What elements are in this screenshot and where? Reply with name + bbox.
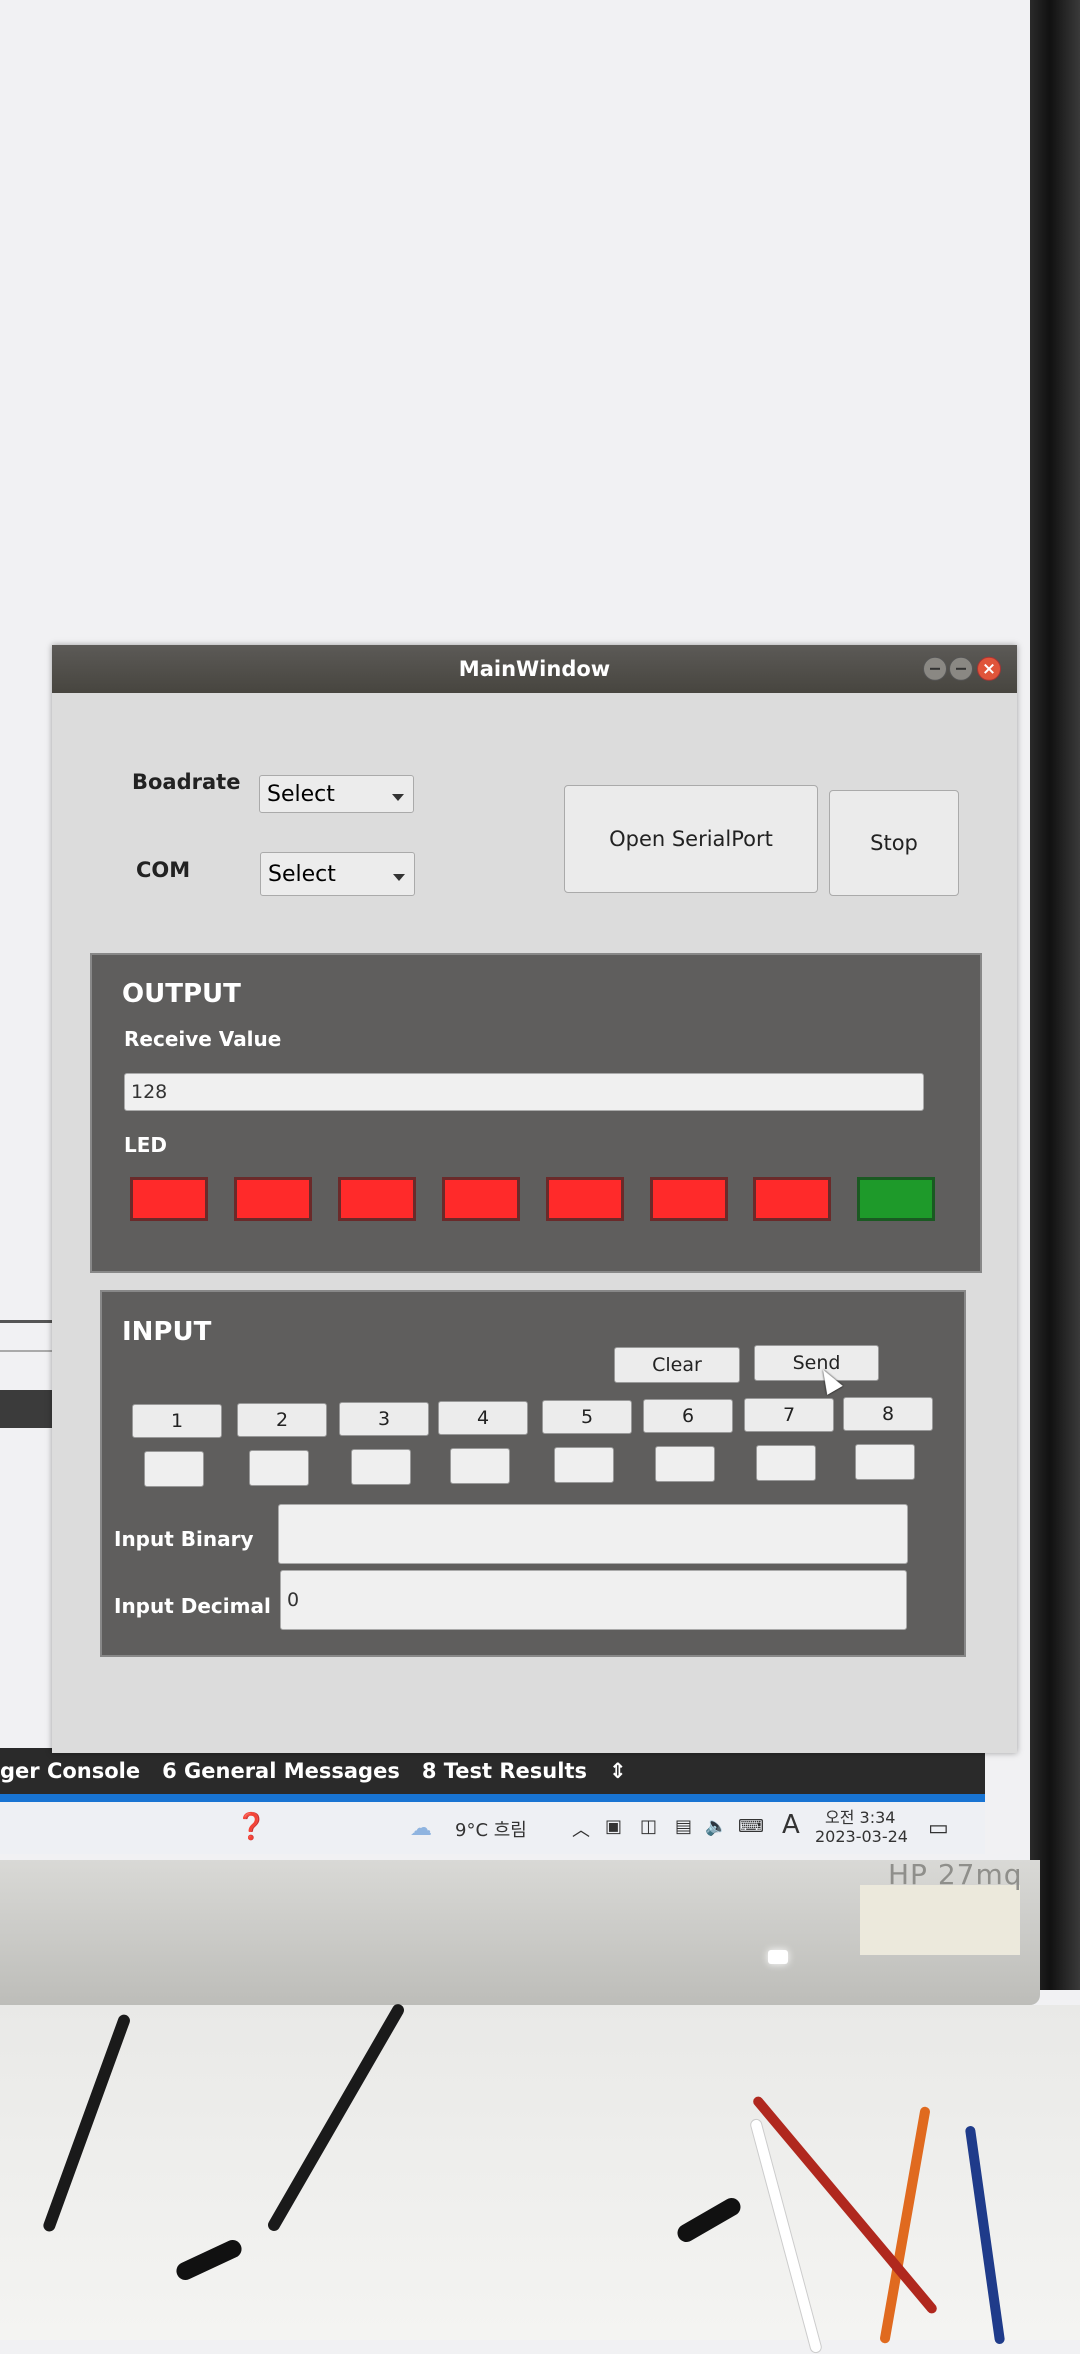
receive-value-label: Receive Value	[124, 1027, 282, 1051]
volume-icon[interactable]: 🔈	[705, 1816, 727, 1837]
bit-checkbox-5[interactable]	[554, 1447, 614, 1483]
windows-taskbar: ❓ ☁ 9°C 흐림 ︿ ▣ ◫ ▤ 🔈 ⌨ A 오전 3:34 2023-03…	[0, 1802, 985, 1854]
baudrate-label: Boadrate	[132, 770, 241, 794]
led-indicator	[753, 1177, 831, 1221]
ide-tab-console[interactable]: ger Console	[0, 1759, 140, 1783]
output-title: OUTPUT	[122, 979, 241, 1009]
output-panel: OUTPUT Receive Value 128 LED	[90, 953, 982, 1273]
help-icon[interactable]: ❓	[235, 1812, 267, 1842]
stop-button[interactable]: Stop	[829, 790, 959, 896]
receive-value-field[interactable]: 128	[124, 1073, 924, 1111]
close-button[interactable]	[977, 656, 1001, 681]
bit-checkbox-4[interactable]	[450, 1448, 510, 1484]
chevron-down-icon	[393, 874, 405, 881]
input-panel: INPUT Clear Send 12345678 Input Binary I…	[100, 1290, 966, 1657]
bit-button-5[interactable]: 5	[542, 1400, 632, 1434]
chevron-down-icon	[392, 794, 404, 801]
display-icon[interactable]: ▤	[675, 1816, 692, 1837]
ide-accent-bar	[0, 1794, 985, 1802]
monitor-bezel	[1030, 0, 1080, 1990]
ime-indicator[interactable]: A	[782, 1810, 800, 1840]
led-indicator	[546, 1177, 624, 1221]
minimize-button[interactable]	[923, 656, 947, 681]
window-titlebar[interactable]: MainWindow	[52, 645, 1017, 693]
bit-checkbox-3[interactable]	[351, 1449, 411, 1485]
baudrate-select-value: Select	[267, 781, 335, 807]
bit-button-8[interactable]: 8	[843, 1397, 933, 1431]
led-label: LED	[124, 1133, 168, 1157]
input-decimal-label: Input Decimal	[114, 1594, 271, 1618]
window-title: MainWindow	[458, 657, 611, 681]
notification-icon[interactable]: ▭	[928, 1816, 949, 1841]
tray-chevron-icon[interactable]: ︿	[572, 1816, 590, 1842]
bit-button-4[interactable]: 4	[438, 1401, 528, 1435]
cloud-icon: ☁	[410, 1816, 432, 1841]
bit-checkbox-2[interactable]	[249, 1450, 309, 1486]
clock-date[interactable]: 2023-03-24	[815, 1827, 908, 1846]
input-binary-field[interactable]	[278, 1504, 908, 1564]
bit-button-7[interactable]: 7	[744, 1398, 834, 1432]
com-label: COM	[136, 858, 191, 882]
open-serialport-button[interactable]: Open SerialPort	[564, 785, 818, 893]
main-window: MainWindow Boadrate Select COM Select Op…	[52, 645, 1017, 1753]
baudrate-select[interactable]: Select	[259, 775, 414, 813]
weather-text[interactable]: 9°C 흐림	[455, 1816, 527, 1842]
bit-checkbox-1[interactable]	[144, 1451, 204, 1487]
monitor-brand: HP 27mq	[888, 1858, 1023, 1891]
bit-checkbox-7[interactable]	[756, 1445, 816, 1481]
meet-icon[interactable]: ▣	[605, 1816, 622, 1837]
bit-button-1[interactable]: 1	[132, 1404, 222, 1438]
maximize-button[interactable]	[949, 656, 973, 681]
desk-surface	[0, 2002, 1080, 2354]
network-icon[interactable]: ◫	[640, 1816, 657, 1837]
led-indicator	[857, 1177, 935, 1221]
ide-tab-test-results[interactable]: 8 Test Results	[422, 1759, 587, 1783]
led-indicator	[442, 1177, 520, 1221]
monitor-sticker	[860, 1885, 1020, 1955]
input-title: INPUT	[122, 1317, 212, 1347]
bit-button-3[interactable]: 3	[339, 1402, 429, 1436]
input-decimal-field[interactable]: 0	[280, 1570, 907, 1630]
led-indicator	[130, 1177, 208, 1221]
keyboard-icon[interactable]: ⌨	[738, 1816, 764, 1837]
ide-tab-general-messages[interactable]: 6 General Messages	[162, 1759, 400, 1783]
power-led	[768, 1950, 788, 1964]
clear-button[interactable]: Clear	[614, 1347, 740, 1383]
led-indicator	[234, 1177, 312, 1221]
bit-button-2[interactable]: 2	[237, 1403, 327, 1437]
bit-checkbox-6[interactable]	[655, 1446, 715, 1482]
updown-icon[interactable]: ⇕	[609, 1759, 627, 1783]
com-select-value: Select	[268, 861, 336, 887]
bit-button-6[interactable]: 6	[643, 1399, 733, 1433]
led-indicator	[338, 1177, 416, 1221]
bit-checkbox-8[interactable]	[855, 1444, 915, 1480]
led-indicator	[650, 1177, 728, 1221]
input-binary-label: Input Binary	[114, 1527, 254, 1551]
clock-time[interactable]: 오전 3:34	[825, 1804, 895, 1828]
ide-output-tabs: ger Console 6 General Messages 8 Test Re…	[0, 1748, 985, 1794]
com-select[interactable]: Select	[260, 852, 415, 896]
